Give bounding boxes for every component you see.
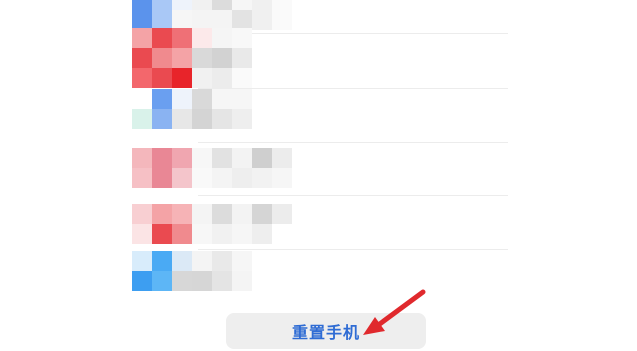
list-divider xyxy=(198,249,508,250)
pixelated-setting-item[interactable] xyxy=(132,89,312,129)
settings-list xyxy=(0,0,637,300)
pixelated-setting-item[interactable] xyxy=(132,204,312,244)
pixelated-setting-item[interactable] xyxy=(132,0,312,30)
pixelated-setting-item[interactable] xyxy=(132,148,312,188)
list-divider xyxy=(198,142,508,143)
pixelated-setting-item[interactable] xyxy=(132,28,312,88)
reset-phone-label: 重置手机 xyxy=(291,323,360,342)
red-arrow-annotation xyxy=(363,289,426,335)
list-divider xyxy=(198,195,508,196)
pixelated-setting-item[interactable] xyxy=(132,251,312,291)
